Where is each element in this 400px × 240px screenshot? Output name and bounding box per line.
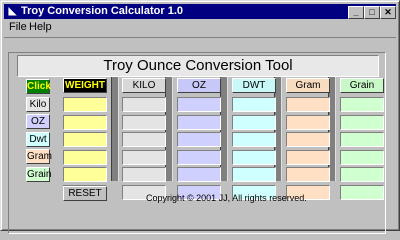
- app-banner: Troy Ounce Conversion Tool: [17, 55, 379, 77]
- value-field-dwt-1[interactable]: [232, 97, 276, 112]
- value-field-gram-2[interactable]: [286, 115, 330, 130]
- reset-button[interactable]: RESET: [63, 186, 107, 201]
- app-icon: ◣: [8, 6, 17, 17]
- column-header-weight: WEIGHT: [63, 78, 107, 93]
- value-field-grain-4[interactable]: [340, 150, 384, 165]
- value-field-weight-1[interactable]: [63, 97, 107, 112]
- value-field-weight-5[interactable]: [63, 167, 107, 182]
- value-field-grain-5[interactable]: [340, 167, 384, 182]
- close-button[interactable]: ✕: [380, 6, 396, 19]
- column-header-gram: Gram: [286, 78, 330, 93]
- value-field-gram-3[interactable]: [286, 132, 330, 147]
- value-field-grain-3[interactable]: [340, 132, 384, 147]
- menu-bar: File Help: [4, 20, 396, 36]
- column-separator: [165, 77, 173, 181]
- column-separator: [220, 77, 228, 181]
- value-field-dwt-3[interactable]: [232, 132, 276, 147]
- value-field-grain-6[interactable]: [340, 185, 384, 200]
- window-title: Troy Conversion Calculator 1.0: [21, 5, 183, 17]
- value-field-grain-2[interactable]: [340, 115, 384, 130]
- menu-help[interactable]: Help: [29, 21, 52, 33]
- value-field-gram-4[interactable]: [286, 150, 330, 165]
- value-field-weight-3[interactable]: [63, 132, 107, 147]
- row-button-kilo[interactable]: Kilo: [26, 97, 50, 112]
- value-field-weight-4[interactable]: [63, 150, 107, 165]
- column-separator: [111, 77, 119, 181]
- row-button-gram[interactable]: Gram: [26, 149, 52, 164]
- value-field-kilo-5[interactable]: [122, 167, 166, 182]
- value-field-dwt-4[interactable]: [232, 150, 276, 165]
- maximize-button[interactable]: □: [364, 6, 380, 19]
- row-button-grain[interactable]: Grain: [26, 167, 51, 182]
- value-field-gram-5[interactable]: [286, 167, 330, 182]
- column-header-dwt: DWT: [232, 78, 276, 93]
- value-field-kilo-3[interactable]: [122, 132, 166, 147]
- value-field-kilo-1[interactable]: [122, 97, 166, 112]
- value-field-dwt-5[interactable]: [232, 167, 276, 182]
- row-button-oz[interactable]: OZ: [26, 114, 50, 129]
- column-header-grain: Grain: [340, 78, 384, 93]
- value-field-kilo-4[interactable]: [122, 150, 166, 165]
- value-field-oz-4[interactable]: [177, 150, 221, 165]
- value-field-oz-1[interactable]: [177, 97, 221, 112]
- minimize-button[interactable]: _: [348, 6, 364, 19]
- column-header-oz: OZ: [177, 78, 221, 93]
- value-field-kilo-2[interactable]: [122, 115, 166, 130]
- value-field-oz-3[interactable]: [177, 132, 221, 147]
- value-field-dwt-2[interactable]: [232, 115, 276, 130]
- row-button-dwt[interactable]: Dwt: [26, 132, 50, 147]
- title-bar[interactable]: ◣ Troy Conversion Calculator 1.0 _ □ ✕: [4, 4, 396, 19]
- copyright-text: Copyright © 2001 JJ, All rights reserved…: [146, 193, 307, 203]
- column-header-kilo: KILO: [122, 78, 166, 93]
- value-field-oz-5[interactable]: [177, 167, 221, 182]
- value-field-oz-2[interactable]: [177, 115, 221, 130]
- value-field-gram-1[interactable]: [286, 97, 330, 112]
- value-field-weight-2[interactable]: [63, 115, 107, 130]
- menu-file[interactable]: File: [9, 21, 27, 33]
- row-button-click[interactable]: Click: [26, 79, 51, 94]
- value-field-grain-1[interactable]: [340, 97, 384, 112]
